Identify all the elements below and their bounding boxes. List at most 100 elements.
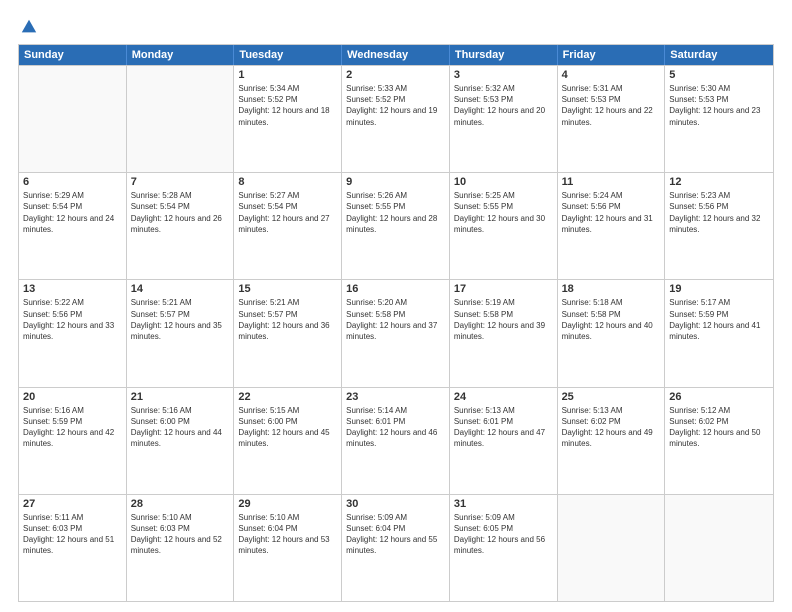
calendar-day-20: 20 Sunrise: 5:16 AMSunset: 5:59 PMDayligh… <box>19 388 127 494</box>
day-number: 11 <box>562 176 661 188</box>
calendar-day-17: 17Sunrise: 5:19 AMSunset: 5:58 PMDayligh… <box>450 280 558 386</box>
day-info: Sunrise: 5:24 AMSunset: 5:56 PMDaylight:… <box>562 190 661 235</box>
calendar-day-25: 25 Sunrise: 5:13 AMSunset: 6:02 PMDayligh… <box>558 388 666 494</box>
calendar-day-4: 4 Sunrise: 5:31 AMSunset: 5:53 PMDaylight… <box>558 66 666 172</box>
day-number: 31 <box>454 498 553 510</box>
page: SundayMondayTuesdayWednesdayThursdayFrid… <box>0 0 792 612</box>
calendar-week-1: 1Sunrise: 5:34 AMSunset: 5:52 PMDaylight… <box>19 65 773 172</box>
day-info: Sunrise: 5:31 AMSunset: 5:53 PMDaylight:… <box>562 83 661 128</box>
day-number: 21 <box>131 391 230 403</box>
day-info: Sunrise: 5:13 AMSunset: 6:02 PMDaylight:… <box>562 405 661 450</box>
calendar-weekday-tuesday: Tuesday <box>234 45 342 65</box>
day-number: 7 <box>131 176 230 188</box>
day-info: Sunrise: 5:11 AMSunset: 6:03 PMDaylight:… <box>23 512 122 557</box>
day-number: 26 <box>669 391 769 403</box>
day-info: Sunrise: 5:09 AMSunset: 6:05 PMDaylight:… <box>454 512 553 557</box>
calendar-day-27: 27 Sunrise: 5:11 AMSunset: 6:03 PMDayligh… <box>19 495 127 601</box>
calendar-day-1: 1Sunrise: 5:34 AMSunset: 5:52 PMDaylight… <box>234 66 342 172</box>
calendar-day-2: 2 Sunrise: 5:33 AMSunset: 5:52 PMDaylight… <box>342 66 450 172</box>
calendar-day-3: 3 Sunrise: 5:32 AMSunset: 5:53 PMDaylight… <box>450 66 558 172</box>
day-number: 24 <box>454 391 553 403</box>
day-number: 27 <box>23 498 122 510</box>
calendar-day-9: 9 Sunrise: 5:26 AMSunset: 5:55 PMDaylight… <box>342 173 450 279</box>
day-number: 4 <box>562 69 661 81</box>
calendar-day-5: 5 Sunrise: 5:30 AMSunset: 5:53 PMDaylight… <box>665 66 773 172</box>
day-info: Sunrise: 5:09 AMSunset: 6:04 PMDaylight:… <box>346 512 445 557</box>
day-info: Sunrise: 5:10 AMSunset: 6:04 PMDaylight:… <box>238 512 337 557</box>
calendar-empty-cell <box>19 66 127 172</box>
calendar-day-29: 29 Sunrise: 5:10 AMSunset: 6:04 PMDayligh… <box>234 495 342 601</box>
day-number: 22 <box>238 391 337 403</box>
calendar-week-4: 20 Sunrise: 5:16 AMSunset: 5:59 PMDayligh… <box>19 387 773 494</box>
day-number: 28 <box>131 498 230 510</box>
calendar-day-8: 8Sunrise: 5:27 AMSunset: 5:54 PMDaylight… <box>234 173 342 279</box>
day-number: 13 <box>23 283 122 295</box>
calendar-day-7: 7 Sunrise: 5:28 AMSunset: 5:54 PMDaylight… <box>127 173 235 279</box>
calendar-week-3: 13 Sunrise: 5:22 AMSunset: 5:56 PMDayligh… <box>19 279 773 386</box>
day-number: 12 <box>669 176 769 188</box>
calendar-empty-cell <box>665 495 773 601</box>
calendar-day-11: 11 Sunrise: 5:24 AMSunset: 5:56 PMDayligh… <box>558 173 666 279</box>
day-info: Sunrise: 5:21 AMSunset: 5:57 PMDaylight:… <box>238 297 337 342</box>
day-info: Sunrise: 5:22 AMSunset: 5:56 PMDaylight:… <box>23 297 122 342</box>
calendar-day-16: 16Sunrise: 5:20 AMSunset: 5:58 PMDayligh… <box>342 280 450 386</box>
day-info: Sunrise: 5:14 AMSunset: 6:01 PMDaylight:… <box>346 405 445 450</box>
calendar-day-15: 15Sunrise: 5:21 AMSunset: 5:57 PMDayligh… <box>234 280 342 386</box>
calendar-weekday-sunday: Sunday <box>19 45 127 65</box>
day-number: 25 <box>562 391 661 403</box>
day-number: 18 <box>562 283 661 295</box>
day-number: 6 <box>23 176 122 188</box>
day-number: 9 <box>346 176 445 188</box>
calendar-day-21: 21Sunrise: 5:16 AMSunset: 6:00 PMDayligh… <box>127 388 235 494</box>
day-number: 29 <box>238 498 337 510</box>
calendar-empty-cell <box>558 495 666 601</box>
calendar-empty-cell <box>127 66 235 172</box>
day-info: Sunrise: 5:25 AMSunset: 5:55 PMDaylight:… <box>454 190 553 235</box>
day-number: 16 <box>346 283 445 295</box>
day-number: 3 <box>454 69 553 81</box>
calendar-header-row: SundayMondayTuesdayWednesdayThursdayFrid… <box>19 45 773 65</box>
day-info: Sunrise: 5:18 AMSunset: 5:58 PMDaylight:… <box>562 297 661 342</box>
calendar-weekday-thursday: Thursday <box>450 45 558 65</box>
calendar-week-2: 6Sunrise: 5:29 AMSunset: 5:54 PMDaylight… <box>19 172 773 279</box>
day-number: 19 <box>669 283 769 295</box>
day-info: Sunrise: 5:23 AMSunset: 5:56 PMDaylight:… <box>669 190 769 235</box>
calendar-weekday-monday: Monday <box>127 45 235 65</box>
day-info: Sunrise: 5:21 AMSunset: 5:57 PMDaylight:… <box>131 297 230 342</box>
calendar-day-28: 28Sunrise: 5:10 AMSunset: 6:03 PMDayligh… <box>127 495 235 601</box>
day-info: Sunrise: 5:30 AMSunset: 5:53 PMDaylight:… <box>669 83 769 128</box>
day-info: Sunrise: 5:26 AMSunset: 5:55 PMDaylight:… <box>346 190 445 235</box>
day-number: 14 <box>131 283 230 295</box>
day-number: 1 <box>238 69 337 81</box>
calendar-day-14: 14 Sunrise: 5:21 AMSunset: 5:57 PMDayligh… <box>127 280 235 386</box>
calendar-day-13: 13 Sunrise: 5:22 AMSunset: 5:56 PMDayligh… <box>19 280 127 386</box>
day-info: Sunrise: 5:32 AMSunset: 5:53 PMDaylight:… <box>454 83 553 128</box>
logo <box>18 18 38 36</box>
calendar-body: 1Sunrise: 5:34 AMSunset: 5:52 PMDaylight… <box>19 65 773 601</box>
day-number: 5 <box>669 69 769 81</box>
calendar-day-10: 10 Sunrise: 5:25 AMSunset: 5:55 PMDayligh… <box>450 173 558 279</box>
day-number: 17 <box>454 283 553 295</box>
calendar-weekday-friday: Friday <box>558 45 666 65</box>
day-info: Sunrise: 5:16 AMSunset: 5:59 PMDaylight:… <box>23 405 122 450</box>
logo-icon <box>20 18 38 36</box>
day-info: Sunrise: 5:33 AMSunset: 5:52 PMDaylight:… <box>346 83 445 128</box>
day-number: 23 <box>346 391 445 403</box>
calendar-day-30: 30 Sunrise: 5:09 AMSunset: 6:04 PMDayligh… <box>342 495 450 601</box>
day-info: Sunrise: 5:17 AMSunset: 5:59 PMDaylight:… <box>669 297 769 342</box>
day-number: 2 <box>346 69 445 81</box>
calendar-weekday-saturday: Saturday <box>665 45 773 65</box>
day-number: 10 <box>454 176 553 188</box>
calendar-day-23: 23 Sunrise: 5:14 AMSunset: 6:01 PMDayligh… <box>342 388 450 494</box>
calendar-day-19: 19 Sunrise: 5:17 AMSunset: 5:59 PMDayligh… <box>665 280 773 386</box>
calendar-day-26: 26 Sunrise: 5:12 AMSunset: 6:02 PMDayligh… <box>665 388 773 494</box>
day-number: 20 <box>23 391 122 403</box>
day-number: 30 <box>346 498 445 510</box>
calendar-day-24: 24 Sunrise: 5:13 AMSunset: 6:01 PMDayligh… <box>450 388 558 494</box>
day-info: Sunrise: 5:13 AMSunset: 6:01 PMDaylight:… <box>454 405 553 450</box>
day-info: Sunrise: 5:28 AMSunset: 5:54 PMDaylight:… <box>131 190 230 235</box>
header <box>18 18 774 36</box>
day-info: Sunrise: 5:12 AMSunset: 6:02 PMDaylight:… <box>669 405 769 450</box>
calendar-day-31: 31 Sunrise: 5:09 AMSunset: 6:05 PMDayligh… <box>450 495 558 601</box>
calendar-day-6: 6Sunrise: 5:29 AMSunset: 5:54 PMDaylight… <box>19 173 127 279</box>
